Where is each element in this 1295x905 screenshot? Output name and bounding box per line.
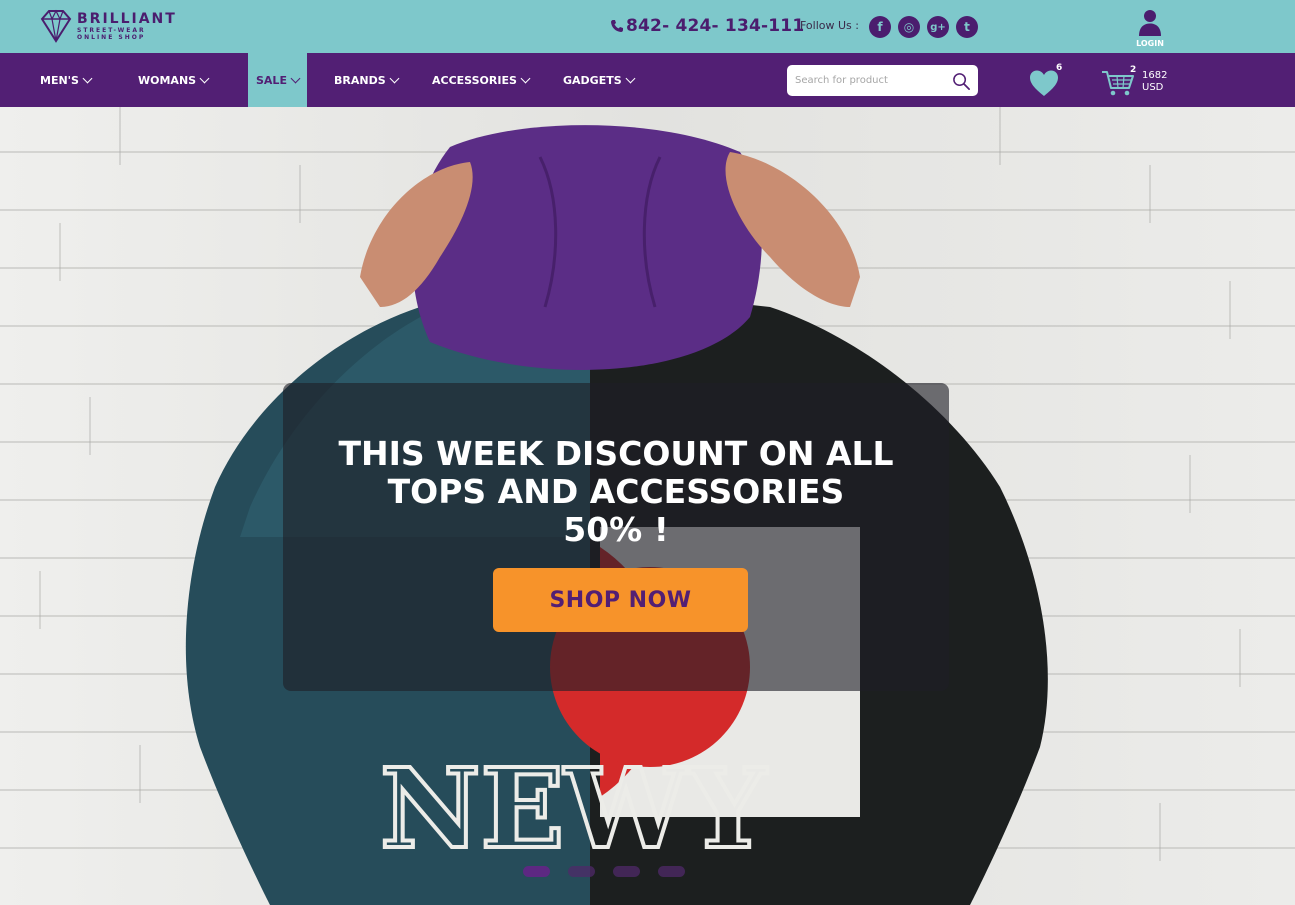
brand-name: BRILLIANT [77,10,177,27]
promo-headline-line1: THIS WEEK DISCOUNT ON ALL [338,434,894,473]
login-button[interactable]: LOGIN [1131,8,1169,48]
nav-item-label: MEN'S [40,73,79,87]
search-input[interactable] [795,65,945,96]
chevron-down-icon [199,73,210,83]
top-bar: BRILLIANT STREET-WEAR ONLINE SHOP 842- 4… [0,0,1295,53]
chevron-down-icon [520,73,531,83]
nav-item-label: WOMANS [138,73,197,87]
promo-headline: THIS WEEK DISCOUNT ON ALL TOPS AND ACCES… [283,435,949,549]
cart-button[interactable]: 2 1682 USD [1101,63,1171,99]
nav-item-label: SALE [256,73,287,87]
chevron-down-icon [290,73,301,83]
twitter-icon[interactable]: t [956,16,978,38]
phone-number: 842- 424- 134-111 [626,16,805,36]
instagram-icon[interactable]: ◎ [898,16,920,38]
search-icon[interactable] [950,70,972,92]
slider-dot-2[interactable] [568,866,595,877]
main-nav: MEN'S WOMANS SALE BRANDS ACCESSORIES GAD… [0,53,1295,107]
follow-us-label: Follow Us : [800,19,859,32]
cart-total: 1682 USD [1142,70,1167,94]
slider-dot-3[interactable] [613,866,640,877]
nav-item-gadgets[interactable]: GADGETS [563,53,636,107]
nav-item-label: ACCESSORIES [432,73,517,87]
wishlist-button[interactable]: 6 [1028,63,1064,97]
nav-item-accessories[interactable]: ACCESSORIES [432,53,531,107]
login-label: LOGIN [1136,39,1164,48]
svg-text:NEWY: NEWY [380,744,768,873]
shop-now-button[interactable]: SHOP NOW [493,568,748,632]
nav-item-womans[interactable]: WOMANS [138,53,210,107]
social-links: f ◎ g+ t [869,16,978,38]
chevron-down-icon [82,73,93,83]
phone-contact[interactable]: 842- 424- 134-111 [610,16,804,36]
cart-total-amount: 1682 [1142,70,1168,81]
chevron-down-icon [625,73,636,83]
slider-dot-4[interactable] [658,866,685,877]
nav-item-mens[interactable]: MEN'S [40,53,93,107]
brand-tagline-line2: ONLINE SHOP [77,33,146,41]
nav-item-brands[interactable]: BRANDS [334,53,400,107]
search-box [787,65,978,96]
user-icon [1139,10,1161,36]
cart-currency: USD [1142,82,1164,93]
hero-slider: NEWY THIS WEEK DISCOUNT ON ALL TOPS AND … [0,107,1295,905]
wishlist-count: 6 [1056,63,1063,73]
promo-headline-line2: TOPS AND ACCESSORIES [387,472,845,511]
brand-tagline-line1: STREET-WEAR [77,26,146,34]
nav-item-label: BRANDS [334,73,386,87]
google-plus-icon[interactable]: g+ [927,16,949,38]
slider-dot-1[interactable] [523,866,550,877]
heart-icon [1030,70,1058,96]
brand-logo[interactable]: BRILLIANT STREET-WEAR ONLINE SHOP [38,8,177,44]
promo-banner: THIS WEEK DISCOUNT ON ALL TOPS AND ACCES… [283,383,949,691]
slider-pagination [523,866,685,877]
facebook-icon[interactable]: f [869,16,891,38]
phone-icon [611,20,623,32]
promo-headline-line3: 50% ! [563,510,669,549]
chevron-down-icon [389,73,400,83]
cart-count: 2 [1130,65,1137,75]
nav-item-sale[interactable]: SALE [248,53,307,107]
nav-item-label: GADGETS [563,73,622,87]
diamond-icon [40,9,72,43]
